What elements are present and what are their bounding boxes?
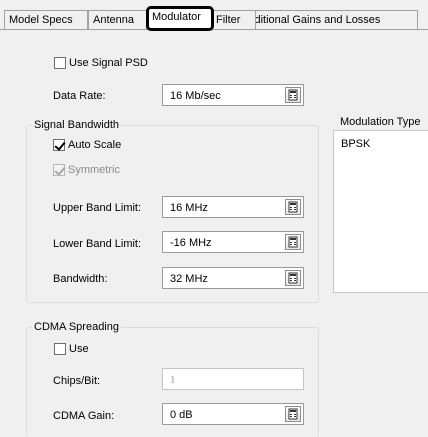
upper-band-limit-label: Upper Band Limit: bbox=[53, 202, 142, 214]
calculator-icon[interactable] bbox=[285, 270, 301, 286]
modulation-type-list[interactable]: BPSK bbox=[333, 130, 428, 293]
calculator-icon[interactable] bbox=[285, 234, 301, 250]
signal-bandwidth-title: Signal Bandwidth bbox=[32, 118, 122, 132]
modulator-panel: Use Signal PSD Data Rate: 16 Mb/sec Sign… bbox=[0, 30, 428, 437]
tab-model-specs[interactable]: Model Specs bbox=[4, 10, 88, 29]
cdma-use-label: Use bbox=[69, 343, 89, 355]
use-signal-psd-checkbox[interactable] bbox=[54, 57, 66, 69]
lower-band-limit-value: -16 MHz bbox=[170, 237, 212, 249]
data-rate-label: Data Rate: bbox=[53, 90, 106, 102]
calculator-icon[interactable] bbox=[285, 199, 301, 215]
cdma-use-checkbox[interactable] bbox=[54, 343, 66, 355]
tab-bar: Model Specs Antenna Additional Gains and… bbox=[0, 0, 428, 31]
chips-per-bit-field[interactable]: 1 bbox=[162, 368, 304, 390]
chips-per-bit-value: 1 bbox=[170, 374, 176, 386]
lower-band-limit-field[interactable]: -16 MHz bbox=[162, 231, 304, 253]
data-rate-value: 16 Mb/sec bbox=[170, 90, 221, 102]
tab-antenna[interactable]: Antenna bbox=[88, 10, 147, 29]
cdma-spreading-title: CDMA Spreading bbox=[32, 320, 121, 334]
lower-band-limit-label: Lower Band Limit: bbox=[53, 238, 142, 250]
upper-band-limit-value: 16 MHz bbox=[170, 202, 208, 214]
bandwidth-field[interactable]: 32 MHz bbox=[162, 267, 304, 289]
auto-scale-checkbox[interactable] bbox=[53, 139, 65, 151]
cdma-gain-field[interactable]: 0 dB bbox=[162, 403, 304, 425]
modulation-type-selected[interactable]: BPSK bbox=[341, 137, 370, 151]
tab-filter[interactable]: Filter bbox=[211, 10, 256, 29]
cdma-gain-label: CDMA Gain: bbox=[53, 410, 115, 422]
tab-modulator[interactable]: Modulator bbox=[146, 6, 214, 31]
symmetric-label: Symmetric bbox=[68, 164, 120, 176]
symmetric-checkbox[interactable] bbox=[53, 164, 65, 176]
data-rate-field[interactable]: 16 Mb/sec bbox=[162, 84, 304, 106]
calculator-icon[interactable] bbox=[285, 406, 301, 422]
use-signal-psd-label: Use Signal PSD bbox=[69, 57, 148, 69]
chips-per-bit-label: Chips/Bit: bbox=[53, 375, 101, 387]
tab-additional-gains-and-losses[interactable]: Additional Gains and Losses bbox=[236, 10, 418, 29]
bandwidth-value: 32 MHz bbox=[170, 273, 208, 285]
upper-band-limit-field[interactable]: 16 MHz bbox=[162, 196, 304, 218]
bandwidth-label: Bandwidth: bbox=[53, 273, 108, 285]
modulation-type-title: Modulation Type bbox=[340, 116, 421, 128]
cdma-gain-value: 0 dB bbox=[170, 409, 193, 421]
auto-scale-label: Auto Scale bbox=[68, 139, 122, 151]
calculator-icon[interactable] bbox=[285, 87, 301, 103]
